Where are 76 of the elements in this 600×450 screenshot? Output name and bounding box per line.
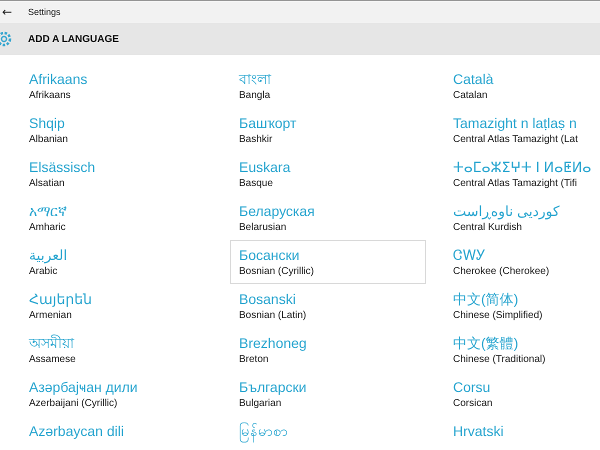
window-title: Settings <box>28 7 61 17</box>
native-name: Босански <box>239 246 300 265</box>
english-name: Bashkir <box>239 133 274 146</box>
english-name: Belarusian <box>239 221 288 234</box>
language-item[interactable]: অসমীয়া Assamese <box>20 328 216 372</box>
english-name: Chinese (Simplified) <box>453 309 544 322</box>
english-name: Breton <box>239 353 270 366</box>
native-name: ᏣᎳᎩ <box>453 246 487 265</box>
english-name: Central Atlas Tamazight (Lat <box>453 133 579 146</box>
language-item[interactable]: Български Bulgarian <box>230 372 426 416</box>
language-item[interactable]: Català Catalan <box>444 64 600 108</box>
english-name: Amharic <box>29 221 67 234</box>
english-name: Alsatian <box>29 177 66 190</box>
native-name: 中文(繁體) <box>453 334 520 353</box>
english-name: Azerbaijani (Cyrillic) <box>29 397 118 410</box>
language-item[interactable]: ᏣᎳᎩ Cherokee (Cherokee) <box>444 240 600 284</box>
language-item[interactable]: Հայերեն Armenian <box>20 284 216 328</box>
page-title: ADD A LANGUAGE <box>28 34 119 44</box>
native-name: বাংলা <box>239 70 272 89</box>
language-item[interactable]: 中文(繁體) Chinese (Traditional) <box>444 328 600 372</box>
english-name: Bosnian (Latin) <box>239 309 308 322</box>
english-name: Corsican <box>453 397 494 410</box>
english-name: Catalan <box>453 89 488 102</box>
language-item[interactable]: Brezhoneg Breton <box>230 328 426 372</box>
language-item[interactable]: Shqip Albanian <box>20 108 216 152</box>
native-name: Euskara <box>239 158 292 177</box>
back-button[interactable]: ← <box>0 5 24 19</box>
native-name: Corsu <box>453 378 492 397</box>
native-name: کوردیی ناوەڕاست <box>453 202 561 221</box>
language-item[interactable]: ⵜⴰⵎⴰⵣⵉⵖⵜ ⵏ ⵍⴰⵟⵍⴰ Central Atlas Tamazight (Tifi <box>444 152 600 196</box>
language-item[interactable]: Afrikaans Afrikaans <box>20 64 216 108</box>
english-name: Afrikaans <box>29 89 72 102</box>
native-name: العربية <box>29 246 68 265</box>
native-name: Elsässisch <box>29 158 96 177</box>
language-item[interactable]: አማርኛ Amharic <box>20 196 216 240</box>
language-item[interactable]: Bosanski Bosnian (Latin) <box>230 284 426 328</box>
language-item[interactable]: Tamazight n laṭlaṣ n Central Atlas Tamazight (Lat <box>444 108 600 152</box>
english-name: Armenian <box>29 309 73 322</box>
native-name: Беларуская <box>239 202 316 221</box>
native-name: አማርኛ <box>29 202 68 221</box>
english-name: Cherokee (Cherokee) <box>453 265 550 278</box>
native-name: Brezhoneg <box>239 334 308 353</box>
language-item[interactable]: Азәрбајҹан дили Azerbaijani (Cyrillic) <box>20 372 216 416</box>
english-name: Bangla <box>239 89 272 102</box>
native-name: Հայերեն <box>29 290 93 309</box>
language-item[interactable]: Elsässisch Alsatian <box>20 152 216 196</box>
english-name: Central Kurdish <box>453 221 523 234</box>
english-name: Central Atlas Tamazight (Tifi <box>453 177 578 190</box>
native-name: Afrikaans <box>29 70 88 89</box>
english-name: Bulgarian <box>239 397 282 410</box>
english-name: Arabic <box>29 265 58 278</box>
native-name: 中文(简体) <box>453 290 520 309</box>
english-name: Albanian <box>29 133 69 146</box>
native-name: Azərbaycan dili <box>29 422 125 441</box>
english-name: Basque <box>239 177 274 190</box>
native-name: অসমীয়া <box>29 334 76 353</box>
language-item[interactable]: Беларуская Belarusian <box>230 196 426 240</box>
native-name: Tamazight n laṭlaṣ n <box>453 114 578 133</box>
native-name: Hrvatski <box>453 422 505 441</box>
native-name: ⵜⴰⵎⴰⵣⵉⵖⵜ ⵏ ⵍⴰⵟⵍⴰ <box>453 158 592 177</box>
english-name: Assamese <box>29 353 77 366</box>
native-name: Shqip <box>29 114 66 133</box>
language-item[interactable]: Башҡорт Bashkir <box>230 108 426 152</box>
language-item[interactable]: বাংলা Bangla <box>230 64 426 108</box>
language-item[interactable]: Босански Bosnian (Cyrillic) <box>230 240 426 284</box>
language-item[interactable]: 中文(简体) Chinese (Simplified) <box>444 284 600 328</box>
native-name: Bosanski <box>239 290 297 309</box>
english-name: Chinese (Traditional) <box>453 353 546 366</box>
language-item[interactable]: Corsu Corsican <box>444 372 600 416</box>
native-name: မြန်မာစာ <box>239 421 417 441</box>
native-name: Български <box>239 378 308 397</box>
english-name: Bosnian (Cyrillic) <box>239 265 316 278</box>
native-name: Азәрбајҹан дили <box>29 378 139 397</box>
native-name: Башҡорт <box>239 114 298 133</box>
native-name: Català <box>453 70 494 89</box>
language-item[interactable]: Euskara Basque <box>230 152 426 196</box>
